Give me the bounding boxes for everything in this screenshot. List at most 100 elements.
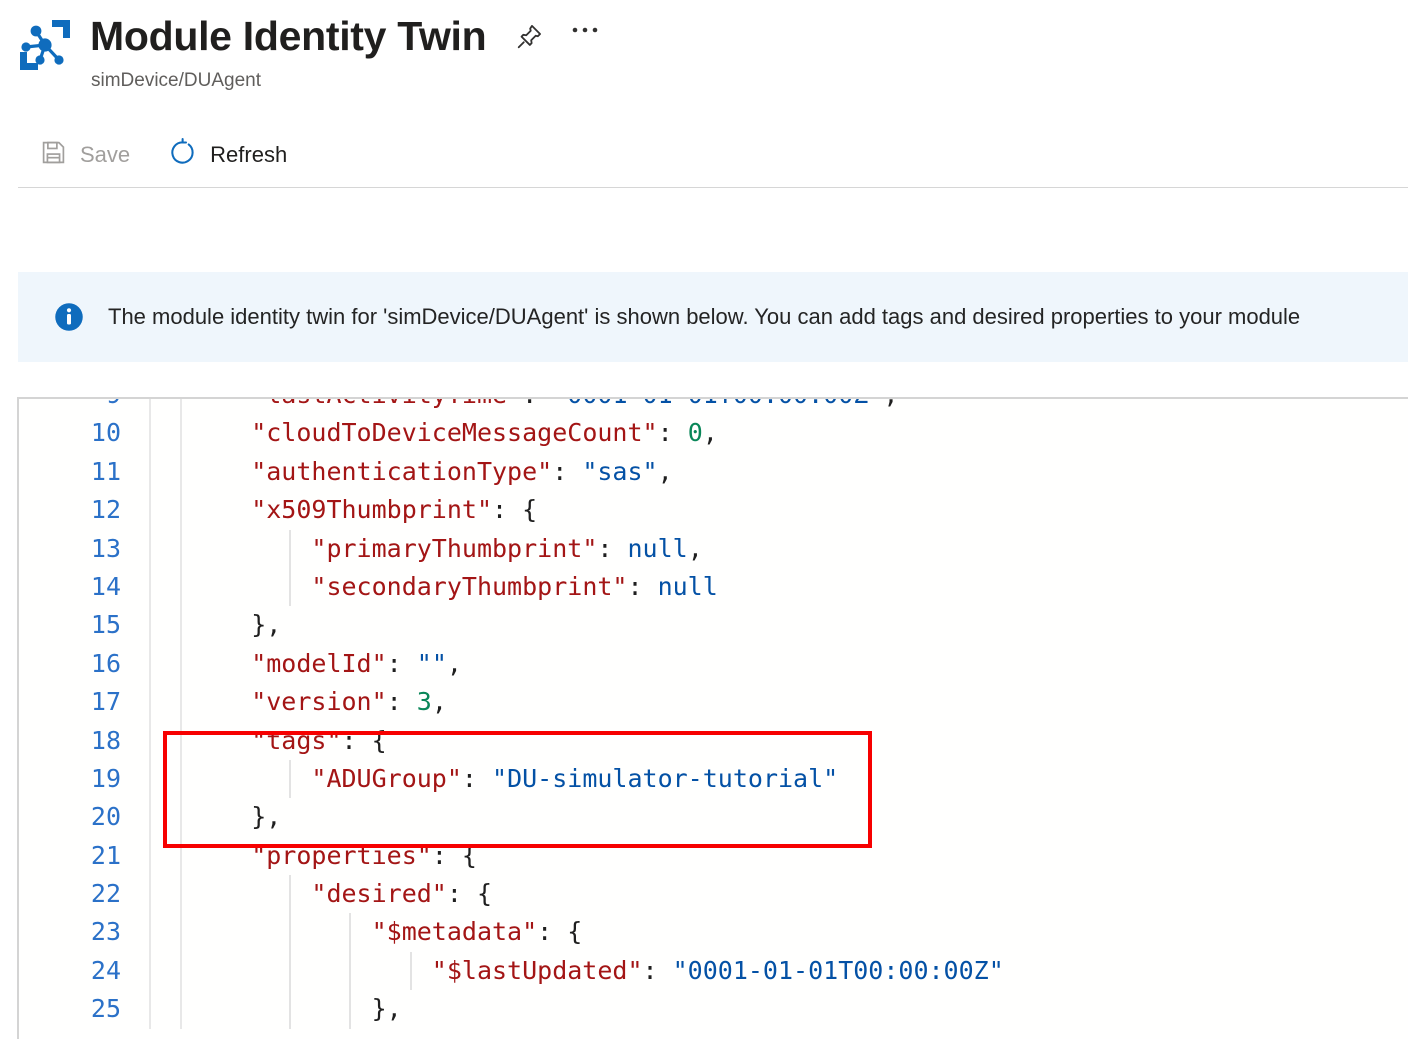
gutter-divider — [149, 798, 151, 837]
code-token: }, — [371, 994, 402, 1024]
code-line[interactable]: 23 "$metadata": { — [19, 913, 1408, 952]
code-token: "cloudToDeviceMessageCount" — [251, 418, 658, 448]
module-identity-icon — [16, 16, 74, 74]
line-number: 9 — [19, 399, 121, 414]
gutter-divider — [149, 836, 151, 876]
code-token: : — [657, 418, 688, 448]
code-line[interactable]: 10 "cloudToDeviceMessageCount": 0, — [19, 414, 1408, 453]
code-line[interactable]: 13 "primaryThumbprint": null, — [19, 529, 1408, 568]
save-button-label: Save — [80, 142, 131, 167]
code-token: : — [627, 571, 658, 601]
gutter-divider — [180, 951, 182, 991]
gutter-divider — [149, 759, 151, 799]
code-line[interactable]: 15}, — [19, 606, 1408, 645]
code-text: "modelId": "", — [251, 645, 462, 683]
gutter-divider — [149, 683, 151, 722]
gutter-divider — [149, 491, 151, 530]
code-token: "modelId" — [251, 648, 387, 678]
gutter-divider — [149, 875, 151, 914]
code-token: , — [657, 456, 673, 486]
indent-guide — [289, 913, 292, 952]
line-number: 20 — [90, 802, 121, 832]
code-line[interactable]: 19 "ADUGroup": "DU-simulator-tutorial" — [19, 759, 1408, 799]
refresh-button[interactable]: Refresh — [158, 132, 297, 178]
code-token: : { — [446, 879, 493, 909]
gutter-divider — [180, 759, 182, 799]
code-token: }, — [251, 610, 282, 640]
code-line[interactable]: 22 "desired": { — [19, 875, 1408, 914]
gutter-divider — [149, 452, 151, 492]
command-bar: Save Refresh — [0, 124, 1408, 186]
code-line[interactable]: 17 "version": 3, — [19, 683, 1408, 722]
gutter-divider — [149, 721, 151, 760]
pin-icon[interactable] — [512, 19, 546, 53]
code-line[interactable]: 20}, — [19, 798, 1408, 837]
line-number: 18 — [90, 725, 121, 755]
save-disk-icon — [40, 139, 67, 171]
code-token: "ADUGroup" — [311, 763, 462, 793]
gutter-divider — [180, 721, 182, 760]
code-token: null — [627, 533, 688, 563]
code-token: , — [883, 399, 898, 409]
code-line[interactable]: 25}, — [19, 990, 1408, 1029]
gutter-divider — [180, 414, 182, 453]
code-text: }, — [251, 798, 281, 836]
code-token: "" — [416, 648, 447, 678]
code-text: "cloudToDeviceMessageCount": 0, — [251, 414, 718, 452]
code-line[interactable]: 24 "$lastUpdated": "0001-01-01T00:00:00Z" — [19, 951, 1408, 991]
code-token: , — [446, 648, 462, 678]
code-text: }, — [372, 990, 402, 1028]
code-scroll-content: 9 "lastActivityTime": "0001-01-01T00:00:0… — [19, 399, 1408, 1029]
code-token: : { — [492, 495, 538, 525]
code-token: "primaryThumbprint" — [311, 533, 598, 563]
code-line[interactable]: 16 "modelId": "", — [19, 644, 1408, 684]
indent-guide — [289, 875, 292, 914]
code-token: , — [431, 687, 447, 717]
code-token: null — [657, 571, 718, 601]
code-token: : — [386, 687, 417, 717]
line-number: 25 — [90, 994, 121, 1024]
code-token: "lastActivityTime" — [251, 399, 522, 409]
code-token: : — [522, 399, 552, 409]
gutter-divider — [180, 606, 182, 645]
gutter-divider — [149, 990, 151, 1029]
code-token: "desired" — [311, 879, 447, 909]
code-token: }, — [251, 802, 282, 832]
code-line[interactable]: 18 "tags": { — [19, 721, 1408, 760]
code-line[interactable]: 12 "x509Thumbprint": { — [19, 491, 1408, 530]
code-token: 0 — [687, 418, 703, 448]
gutter-divider — [180, 875, 182, 914]
code-text: "primaryThumbprint": null, — [311, 530, 702, 568]
code-line[interactable]: 11 "authenticationType": "sas", — [19, 452, 1408, 492]
info-circle-icon — [54, 302, 84, 332]
line-number: 10 — [90, 418, 121, 448]
code-token: : — [552, 456, 583, 486]
gutter-divider — [149, 414, 151, 453]
gutter-divider — [149, 606, 151, 645]
indent-guide — [349, 951, 352, 991]
indent-guide — [289, 990, 292, 1029]
code-token: : { — [537, 917, 583, 947]
page-title: Module Identity Twin — [90, 13, 487, 59]
code-line[interactable]: 21 "properties": { — [19, 836, 1408, 876]
code-line[interactable]: 9 "lastActivityTime": "0001-01-01T00:00:0… — [19, 399, 1408, 415]
code-text: "ADUGroup": "DU-simulator-tutorial" — [311, 760, 838, 798]
code-token: "DU-simulator-tutorial" — [492, 763, 839, 793]
ellipsis-icon[interactable] — [568, 19, 602, 53]
line-number: 19 — [90, 763, 121, 793]
line-number: 23 — [90, 917, 121, 947]
code-token: "secondaryThumbprint" — [311, 571, 628, 601]
code-text: "properties": { — [251, 837, 477, 875]
code-token: , — [702, 418, 718, 448]
json-code-editor[interactable]: 9 "lastActivityTime": "0001-01-01T00:00:0… — [17, 397, 1408, 1039]
gutter-divider — [180, 683, 182, 722]
info-banner: The module identity twin for 'simDevice/… — [18, 272, 1408, 362]
indent-guide — [289, 529, 292, 568]
save-button[interactable]: Save — [30, 132, 140, 178]
gutter-divider — [180, 529, 182, 568]
indent-guide — [349, 913, 352, 952]
line-number: 17 — [90, 687, 121, 717]
page-header: Module Identity Twin simDevice/DUAgent — [0, 0, 1408, 118]
code-line[interactable]: 14 "secondaryThumbprint": null — [19, 567, 1408, 607]
code-text: "desired": { — [311, 875, 492, 913]
